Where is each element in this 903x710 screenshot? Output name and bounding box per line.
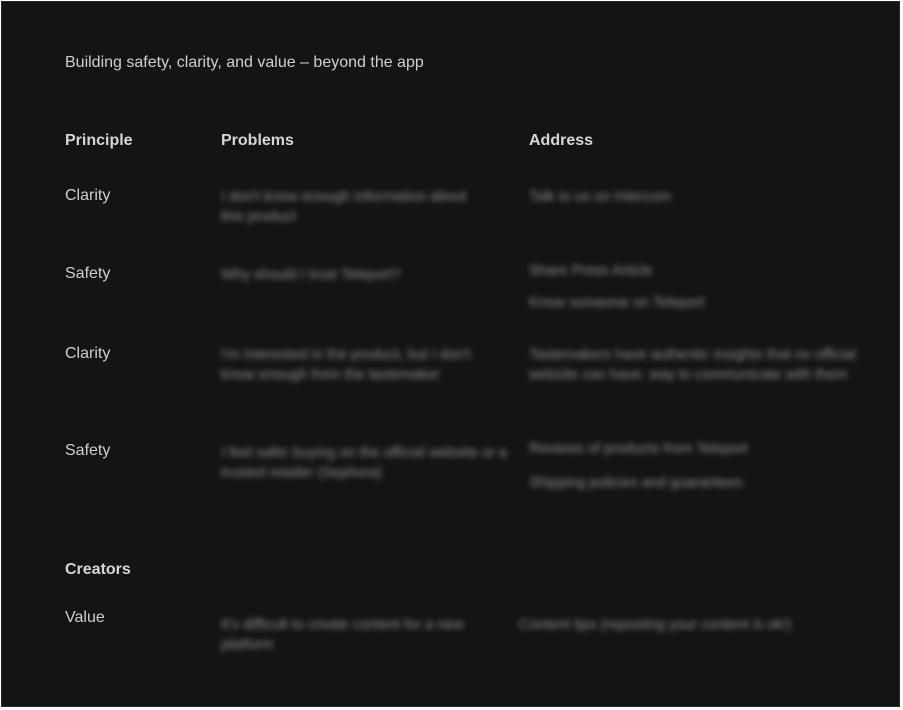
problem-cell: I'm interested in the product, but I don…	[221, 347, 471, 383]
header-principle: Principle	[65, 132, 133, 149]
problem-cell: It's difficult to create content for a n…	[221, 617, 464, 653]
problem-cell: I don't know enough information about th…	[221, 189, 467, 225]
address-cell: Know someone on Teleport	[529, 295, 705, 311]
principle-cell: Clarity	[65, 187, 111, 204]
header-problems: Problems	[221, 132, 294, 149]
slide: Building safety, clarity, and value – be…	[1, 1, 900, 707]
problem-cell: Why should I trust Teleport?	[221, 267, 401, 283]
intro-heading: Building safety, clarity, and value – be…	[65, 54, 424, 71]
address-cell: Talk to us on Intercom	[529, 189, 671, 205]
principle-cell: Value	[65, 609, 105, 626]
address-cell: Share Press Article	[529, 263, 653, 279]
problem-cell: I feel safer buying on the official webs…	[221, 445, 507, 481]
creators-heading: Creators	[65, 561, 131, 578]
principle-cell: Safety	[65, 265, 111, 282]
header-address: Address	[529, 132, 594, 149]
address-cell: Shipping policies and guarantees	[529, 475, 743, 491]
address-cell: Reviews of products from Teleport	[529, 441, 748, 457]
address-cell: Content tips (reposting your content is …	[519, 617, 792, 633]
principle-cell: Clarity	[65, 345, 111, 362]
principle-cell: Safety	[65, 442, 111, 459]
address-cell: Tastemakers have authentic insights that…	[529, 347, 856, 383]
